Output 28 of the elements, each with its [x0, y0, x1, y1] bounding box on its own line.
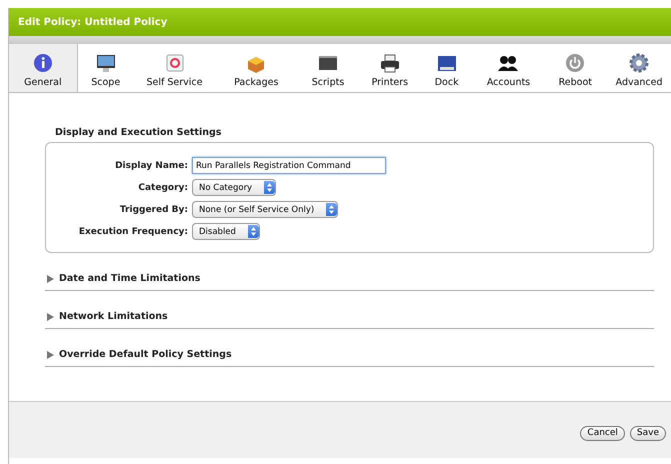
- info-icon: [32, 53, 54, 73]
- stepper-icon: [248, 225, 259, 238]
- people-icon: [497, 53, 520, 73]
- window-title: Edit Policy: Untitled Policy: [9, 8, 671, 36]
- toolbar-tab[interactable]: General: [9, 44, 78, 92]
- app-icon: [164, 53, 186, 73]
- field-label: Category:: [138, 182, 188, 192]
- printer-icon: [378, 53, 401, 73]
- cancel-button[interactable]: Cancel: [580, 426, 625, 440]
- field-label: Execution Frequency:: [78, 226, 188, 236]
- terminal-icon: [317, 53, 340, 73]
- stepper-icon: [326, 203, 338, 216]
- field-label: Triggered By:: [120, 204, 188, 214]
- power-icon: [564, 53, 586, 73]
- save-button[interactable]: Save: [630, 426, 666, 440]
- monitor-icon: [94, 53, 117, 73]
- dropdown[interactable]: Disabled: [192, 223, 260, 240]
- dropdown[interactable]: None (or Self Service Only): [192, 201, 338, 218]
- field-label: Display Name:: [115, 160, 188, 170]
- collapsible-section-header[interactable]: Network Limitations: [45, 311, 654, 329]
- dock-icon: [436, 53, 458, 73]
- section-title: Display and Execution Settings: [55, 127, 222, 138]
- collapsible-section-header[interactable]: Date and Time Limitations: [45, 273, 654, 291]
- collapsible-section-header[interactable]: Override Default Policy Settings: [45, 349, 654, 367]
- display-name-field[interactable]: Run Parallels Registration Command: [192, 157, 386, 174]
- dropdown[interactable]: No Category: [192, 179, 276, 196]
- stepper-icon: [264, 181, 276, 194]
- gear-icon: [628, 53, 650, 73]
